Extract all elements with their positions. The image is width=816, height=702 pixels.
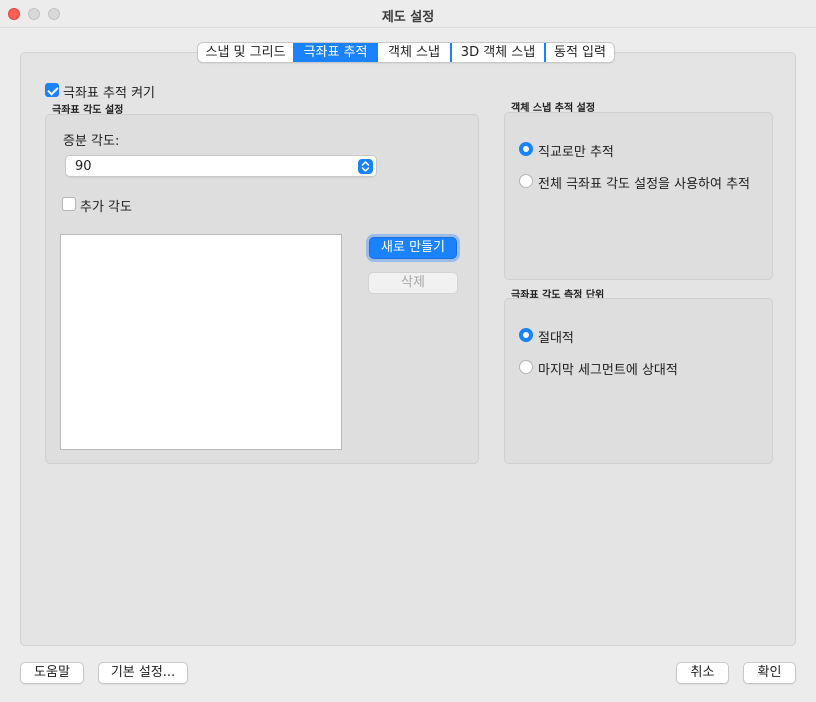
new-angle-button[interactable]: 새로 만들기 [369,237,457,259]
additional-angles-label: 추가 각도 [80,200,132,215]
track-orthogonal-label: 직교로만 추적 [538,145,614,160]
track-all-polar-radio[interactable] [519,174,533,188]
measure-absolute-radio[interactable] [519,328,533,342]
tab-object-snap[interactable]: 객체 스냅 [378,43,450,62]
track-all-polar-label: 전체 극좌표 각도 설정을 사용하여 추적 [538,177,751,192]
increment-angle-select[interactable]: 90 [65,155,377,177]
measure-relative-radio[interactable] [519,360,533,374]
tab-dynamic-input[interactable]: 동적 입력 [546,43,614,62]
window-title: 제도 설정 [381,10,435,25]
tab-bar: 스냅 및 그리드 극좌표 추적 객체 스냅 3D 객체 스냅 동적 입력 [197,42,615,63]
angle-measurement-groupbox [504,298,773,464]
cancel-button[interactable]: 취소 [676,662,729,684]
help-button[interactable]: 도움말 [20,662,84,684]
tab-3d-object-snap[interactable]: 3D 객체 스냅 [452,43,544,62]
defaults-button[interactable]: 기본 설정... [98,662,188,684]
dialog-window: 제도 설정 스냅 및 그리드 극좌표 추적 객체 스냅 3D 객체 스냅 동적 … [0,0,816,702]
tab-snap-grid[interactable]: 스냅 및 그리드 [198,43,293,62]
chevron-up-down-icon [358,159,373,174]
title-bar: 제도 설정 [0,0,816,28]
increment-angle-value: 90 [75,159,92,174]
additional-angles-checkbox[interactable] [62,197,76,211]
tab-polar-tracking[interactable]: 극좌표 추적 [293,43,378,62]
polar-tracking-enable-checkbox[interactable] [45,83,59,97]
measure-relative-label: 마지막 세그먼트에 상대적 [538,363,678,378]
increment-angle-label: 증분 각도: [63,134,120,149]
measure-absolute-label: 절대적 [538,331,574,346]
ok-button[interactable]: 확인 [743,662,796,684]
additional-angles-list[interactable] [60,234,342,450]
track-orthogonal-radio[interactable] [519,142,533,156]
delete-angle-button[interactable]: 삭제 [368,272,458,294]
polar-tracking-enable-label: 극좌표 추적 켜기 [63,86,155,101]
osnap-tracking-groupbox [504,112,773,280]
